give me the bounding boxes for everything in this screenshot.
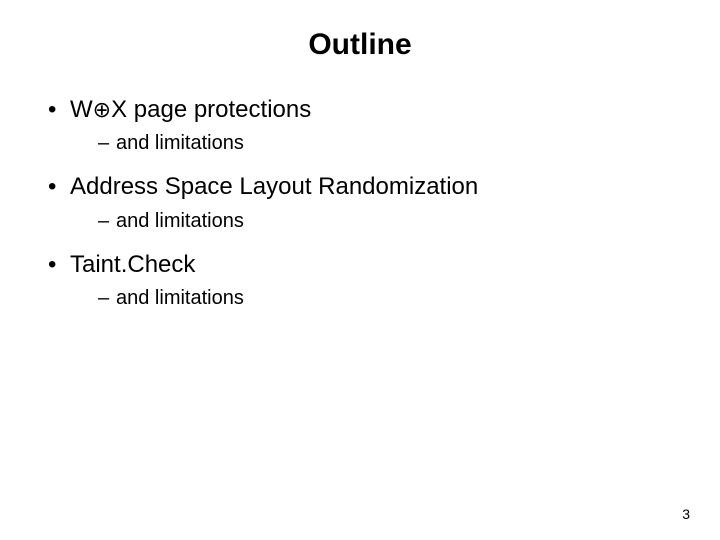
sub-item: and limitations bbox=[98, 285, 680, 312]
bullet-item-taintcheck: Taint.Check and limitations bbox=[48, 249, 680, 312]
sub-item-text: and limitations bbox=[116, 287, 244, 309]
bullet-text: Address Space Layout Randomization bbox=[70, 173, 478, 200]
sub-item-text: and limitations bbox=[116, 210, 244, 232]
oplus-icon: ⊕ bbox=[93, 97, 111, 122]
bullet-text: Taint.Check bbox=[70, 251, 195, 278]
sub-item-text: and limitations bbox=[116, 132, 244, 154]
slide-title: Outline bbox=[40, 28, 680, 62]
bullet-list: W⊕X page protections and limitations Add… bbox=[40, 94, 680, 312]
bullet-text-before: W bbox=[70, 96, 93, 123]
sub-item: and limitations bbox=[98, 208, 680, 235]
page-number: 3 bbox=[682, 506, 690, 522]
bullet-text-after: X page protections bbox=[111, 96, 311, 123]
bullet-item-wx: W⊕X page protections and limitations bbox=[48, 94, 680, 157]
bullet-item-aslr: Address Space Layout Randomization and l… bbox=[48, 171, 680, 234]
slide: Outline W⊕X page protections and limitat… bbox=[0, 0, 720, 540]
sub-item: and limitations bbox=[98, 130, 680, 157]
